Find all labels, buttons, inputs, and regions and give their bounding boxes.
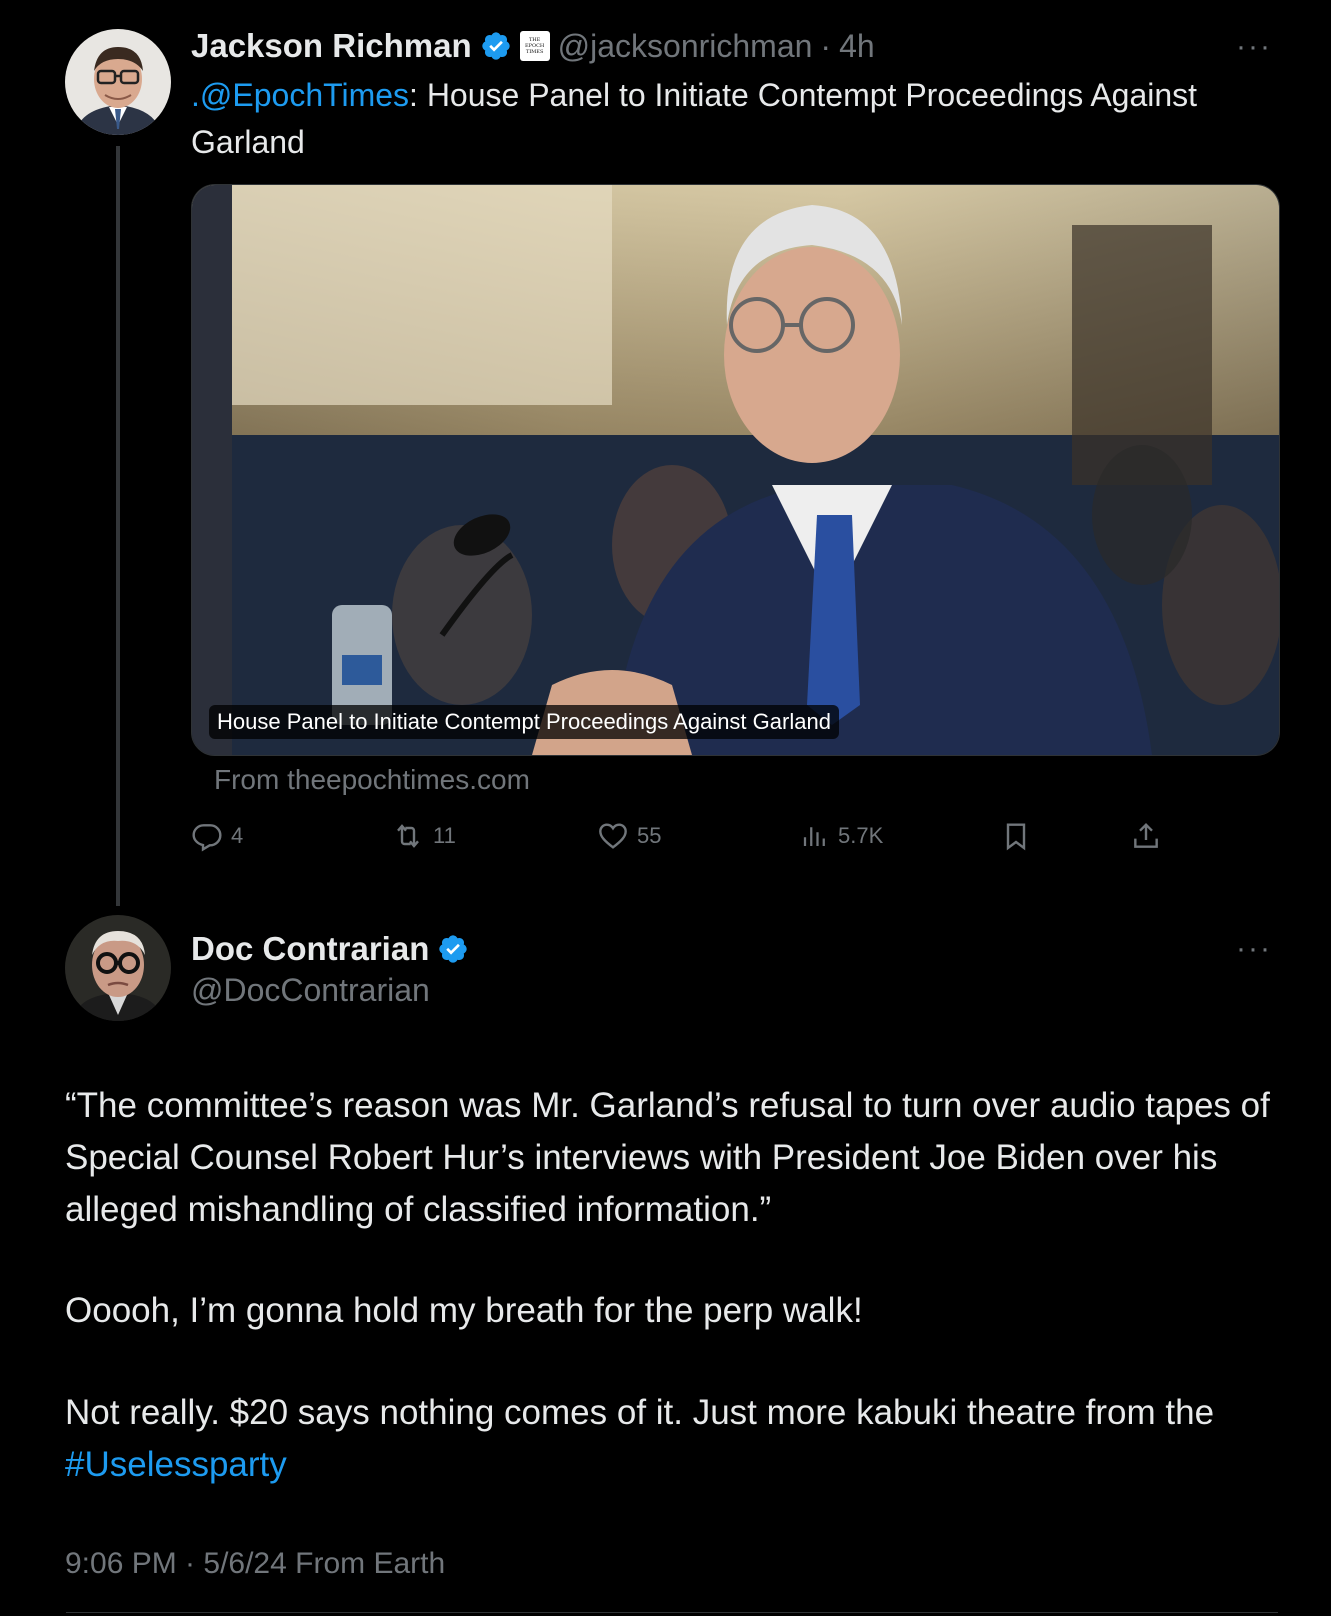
repost-count: 11	[433, 823, 456, 848]
bookmark-icon	[1000, 820, 1032, 852]
main-tweet-paragraph-3-text: Not really. $20 says nothing comes of it…	[65, 1393, 1215, 1432]
reply-count: 4	[231, 823, 244, 848]
hashtag-link[interactable]: #Uselessparty	[65, 1445, 287, 1484]
author-handle[interactable]: @DocContrarian	[191, 972, 430, 1009]
like-icon	[597, 820, 629, 852]
main-tweet-header: Doc Contrarian	[191, 928, 469, 970]
reply-icon	[191, 820, 223, 852]
affiliation-badge-label: THE EPOCH TIMES	[524, 37, 545, 55]
author-name[interactable]: Doc Contrarian	[191, 930, 429, 968]
main-tweet-paragraph-3: Not really. $20 says nothing comes of it…	[65, 1387, 1280, 1491]
tweet-time[interactable]: 4h	[839, 28, 875, 65]
affiliation-badge-icon[interactable]: THE EPOCH TIMES	[519, 31, 550, 61]
thread-connector-line	[116, 146, 120, 906]
like-button[interactable]: 55	[597, 820, 661, 852]
more-icon[interactable]: ···	[1236, 932, 1272, 966]
like-count: 55	[637, 823, 662, 848]
avatar-jackson-richman[interactable]	[65, 29, 171, 135]
parent-tweet-text: .@EpochTimes: House Panel to Initiate Co…	[191, 72, 1281, 166]
views-button[interactable]: 5.7K	[800, 820, 883, 852]
reply-button[interactable]: 4	[191, 820, 243, 852]
bookmark-button[interactable]	[1000, 820, 1032, 852]
share-icon	[1130, 820, 1162, 852]
author-handle[interactable]: @jacksonrichman	[558, 28, 813, 65]
verified-icon	[437, 933, 469, 965]
more-icon[interactable]: ···	[1236, 30, 1272, 64]
card-caption: House Panel to Initiate Contempt Proceed…	[209, 705, 839, 739]
views-icon	[800, 820, 830, 852]
tweet-timestamp[interactable]: 9:06 PM · 5/6/24 From Earth	[65, 1547, 445, 1581]
main-tweet-paragraph-2: Ooooh, I’m gonna hold my breath for the …	[65, 1291, 863, 1330]
author-name[interactable]: Jackson Richman	[191, 27, 472, 65]
separator: ·	[820, 27, 832, 64]
link-card[interactable]: House Panel to Initiate Contempt Proceed…	[191, 184, 1280, 756]
avatar-doc-contrarian[interactable]	[65, 915, 171, 1021]
verified-icon	[480, 30, 512, 62]
divider	[66, 1612, 1278, 1613]
main-tweet-paragraph-1: “The committee’s reason was Mr. Garland’…	[65, 1086, 1270, 1229]
views-count: 5.7K	[838, 823, 884, 848]
mention-link[interactable]: .@EpochTimes	[191, 77, 409, 113]
card-image	[192, 185, 1279, 755]
repost-button[interactable]: 11	[391, 820, 456, 852]
repost-icon	[391, 820, 425, 852]
share-button[interactable]	[1130, 820, 1162, 852]
parent-tweet-header: Jackson Richman THE EPOCH TIMES @jackson…	[191, 26, 875, 66]
card-source[interactable]: From theepochtimes.com	[214, 764, 530, 796]
